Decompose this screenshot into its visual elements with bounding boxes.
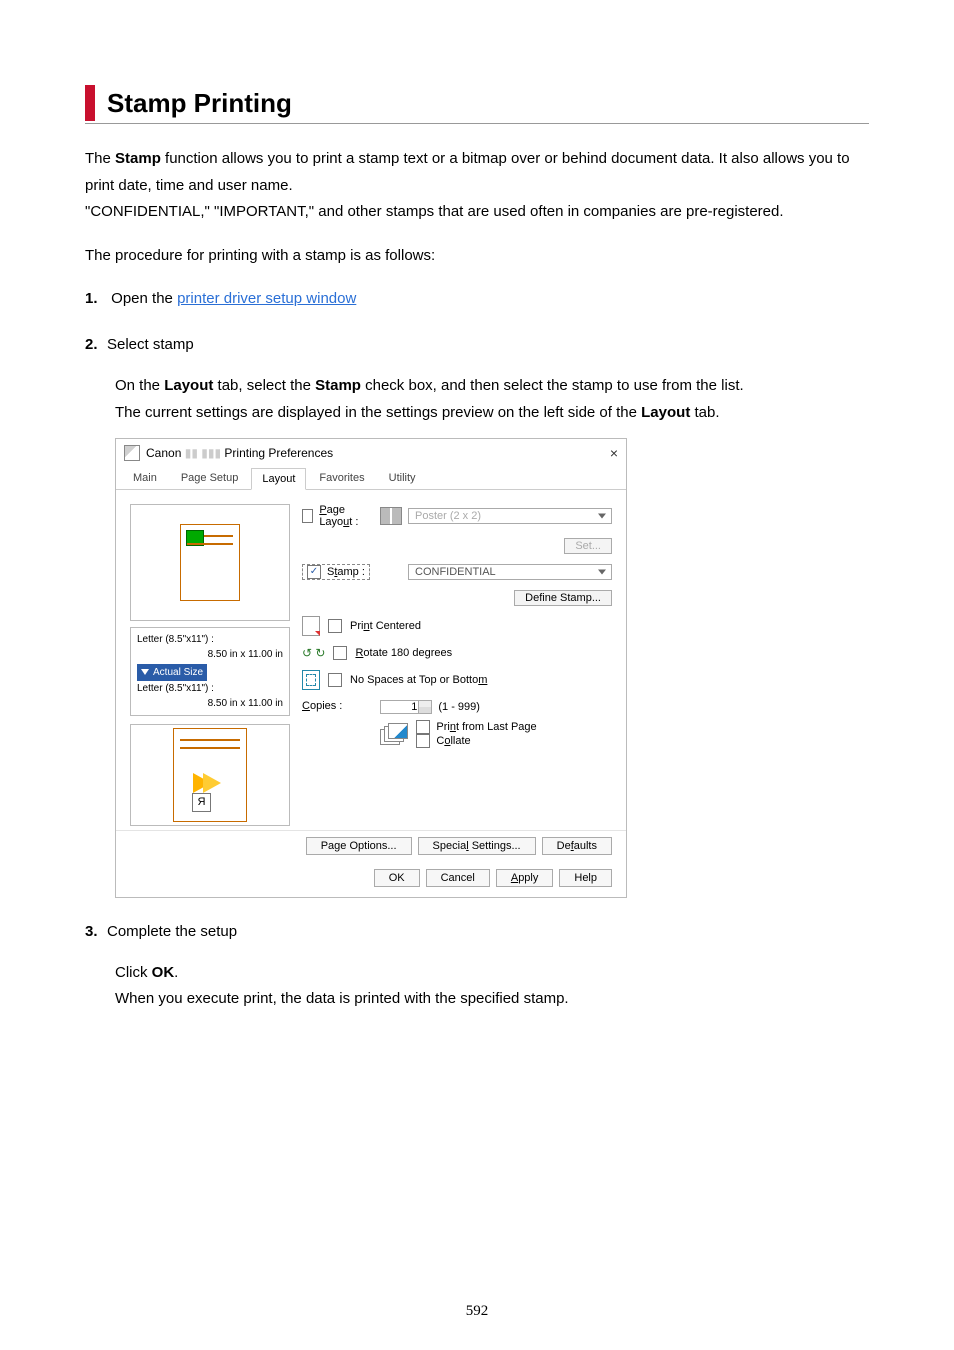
rotate-180-label: Rotate 180 degrees: [355, 647, 452, 659]
copies-label: Copies :: [302, 700, 342, 712]
tab-utility[interactable]: Utility: [378, 467, 427, 489]
poster-icon: [380, 507, 402, 525]
no-spaces-icon: [302, 670, 320, 690]
doc-sheet-output-icon: R: [173, 728, 247, 822]
doc-sheet-icon: [180, 524, 240, 601]
collate-checkbox[interactable]: [416, 734, 430, 748]
title-underline: [85, 123, 869, 124]
ok-button[interactable]: OK: [374, 869, 420, 887]
preview-pane-output: R: [130, 724, 290, 826]
stamp-dropdown[interactable]: CONFIDENTIAL: [408, 564, 612, 580]
page-layout-dropdown[interactable]: Poster (2 x 2): [408, 508, 612, 524]
printer-driver-setup-link[interactable]: printer driver setup window: [177, 290, 356, 307]
doc-image-icon: [186, 530, 204, 546]
step-2-head: Select stamp: [115, 333, 869, 357]
window-title: Canon ▮▮ ▮▮▮ Printing Preferences: [146, 446, 610, 460]
arrow-down-icon: [141, 669, 149, 675]
tab-layout[interactable]: Layout: [251, 468, 306, 490]
defaults-button[interactable]: Defaults: [542, 837, 612, 855]
special-settings-button[interactable]: Special Settings...: [418, 837, 536, 855]
step-3-head: Complete the setup: [115, 920, 869, 944]
page-title: Stamp Printing: [107, 85, 869, 121]
page-layout-label: Page Layout :: [319, 504, 372, 528]
paper-info-box: Letter (8.5"x11") : 8.50 in x 11.00 in A…: [130, 627, 290, 716]
step-3-body: Click OK. When you execute print, the da…: [115, 960, 869, 1013]
stamp-label: Stamp :: [327, 566, 365, 578]
paper2-size: 8.50 in x 11.00 in: [137, 696, 283, 711]
paper2-name: Letter (8.5"x11") :: [137, 681, 283, 696]
cancel-button[interactable]: Cancel: [426, 869, 490, 887]
intro-paragraph: The Stamp function allows you to print a…: [85, 146, 869, 225]
page-options-button[interactable]: Page Options...: [306, 837, 412, 855]
arrow-right-icon: [203, 773, 221, 793]
define-stamp-button[interactable]: Define Stamp...: [514, 590, 612, 606]
close-icon[interactable]: ×: [610, 445, 618, 461]
set-button: Set...: [564, 538, 612, 554]
step-1-open-text: Open the: [111, 290, 177, 307]
tab-strip: Main Page Setup Layout Favorites Utility: [116, 467, 626, 490]
last-page-label: Print from Last Page: [436, 721, 536, 733]
intro-procedure: The procedure for printing with a stamp …: [85, 243, 869, 269]
stamp-checkbox[interactable]: [307, 565, 321, 579]
tab-page-setup[interactable]: Page Setup: [170, 467, 250, 489]
tab-main[interactable]: Main: [122, 467, 168, 489]
rotate-180-checkbox[interactable]: [333, 646, 347, 660]
page-number: 592: [0, 1303, 954, 1320]
no-spaces-checkbox[interactable]: [328, 673, 342, 687]
copies-range: (1 - 999): [438, 701, 480, 713]
step-1-head: Open the printer driver setup window: [115, 287, 869, 311]
preview-pane-input: [130, 504, 290, 621]
intro-line-1: The Stamp function allows you to print a…: [85, 150, 850, 193]
step-2-body: On the Layout tab, select the Stamp chec…: [115, 373, 869, 426]
paper1-size: 8.50 in x 11.00 in: [137, 647, 283, 662]
collate-label: Collate: [436, 735, 470, 747]
print-centered-checkbox[interactable]: [328, 619, 342, 633]
help-button[interactable]: Help: [559, 869, 612, 887]
collate-icon: [380, 723, 408, 745]
print-centered-icon: [302, 616, 320, 636]
rotation-r-icon: R: [192, 793, 211, 812]
tab-favorites[interactable]: Favorites: [308, 467, 375, 489]
printing-preferences-dialog: Canon ▮▮ ▮▮▮ Printing Preferences × Main…: [115, 438, 627, 898]
print-centered-label: Print Centered: [350, 620, 421, 632]
actual-size-button[interactable]: Actual Size: [137, 664, 207, 681]
copies-input[interactable]: 1: [380, 700, 432, 714]
paper1-name: Letter (8.5"x11") :: [137, 632, 283, 647]
apply-button[interactable]: Apply: [496, 869, 554, 887]
window-icon: [124, 445, 140, 461]
rotate-icon: ↺ ↻: [302, 646, 325, 660]
last-page-checkbox[interactable]: [416, 720, 430, 734]
intro-line-2: "CONFIDENTIAL," "IMPORTANT," and other s…: [85, 203, 784, 220]
no-spaces-label: No Spaces at Top or Bottom: [350, 674, 487, 686]
page-layout-checkbox[interactable]: [302, 509, 313, 523]
